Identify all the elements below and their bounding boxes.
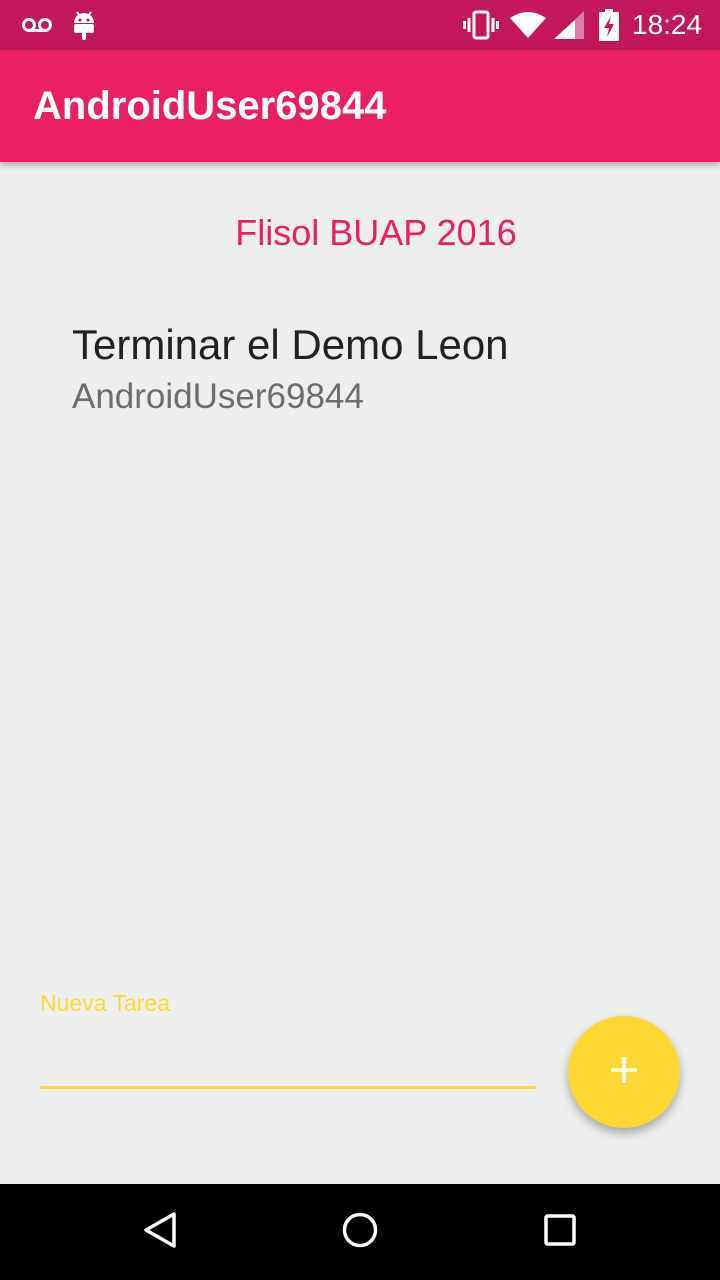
task-user: AndroidUser69844 bbox=[72, 377, 364, 416]
status-bar: 18:24 bbox=[0, 0, 720, 50]
plus-icon bbox=[609, 1055, 639, 1090]
signal-icon bbox=[552, 0, 586, 50]
home-button[interactable] bbox=[312, 1184, 408, 1280]
battery-charging-icon bbox=[596, 0, 622, 50]
back-icon bbox=[140, 1210, 180, 1255]
vibrate-icon bbox=[462, 0, 500, 50]
wifi-icon bbox=[508, 0, 548, 50]
list-item[interactable]: Terminar el Demo Leon AndroidUser69844 bbox=[72, 318, 672, 422]
back-button[interactable] bbox=[112, 1184, 208, 1280]
app-title: AndroidUser69844 bbox=[33, 83, 387, 128]
task-name: Terminar el Demo Leon bbox=[72, 321, 509, 368]
add-task-button[interactable] bbox=[568, 1016, 680, 1128]
new-task-label: Nueva Tarea bbox=[40, 990, 170, 1016]
event-title: Flisol BUAP 2016 bbox=[235, 212, 517, 253]
voicemail-icon bbox=[20, 0, 54, 50]
home-icon bbox=[340, 1210, 380, 1255]
recents-button[interactable] bbox=[512, 1184, 608, 1280]
android-debug-icon bbox=[70, 0, 98, 50]
recents-icon bbox=[540, 1210, 580, 1255]
navigation-bar bbox=[0, 1184, 720, 1280]
status-time: 18:24 bbox=[632, 9, 703, 40]
new-task-input[interactable] bbox=[40, 1032, 536, 1089]
app-bar: AndroidUser69844 bbox=[0, 50, 720, 162]
